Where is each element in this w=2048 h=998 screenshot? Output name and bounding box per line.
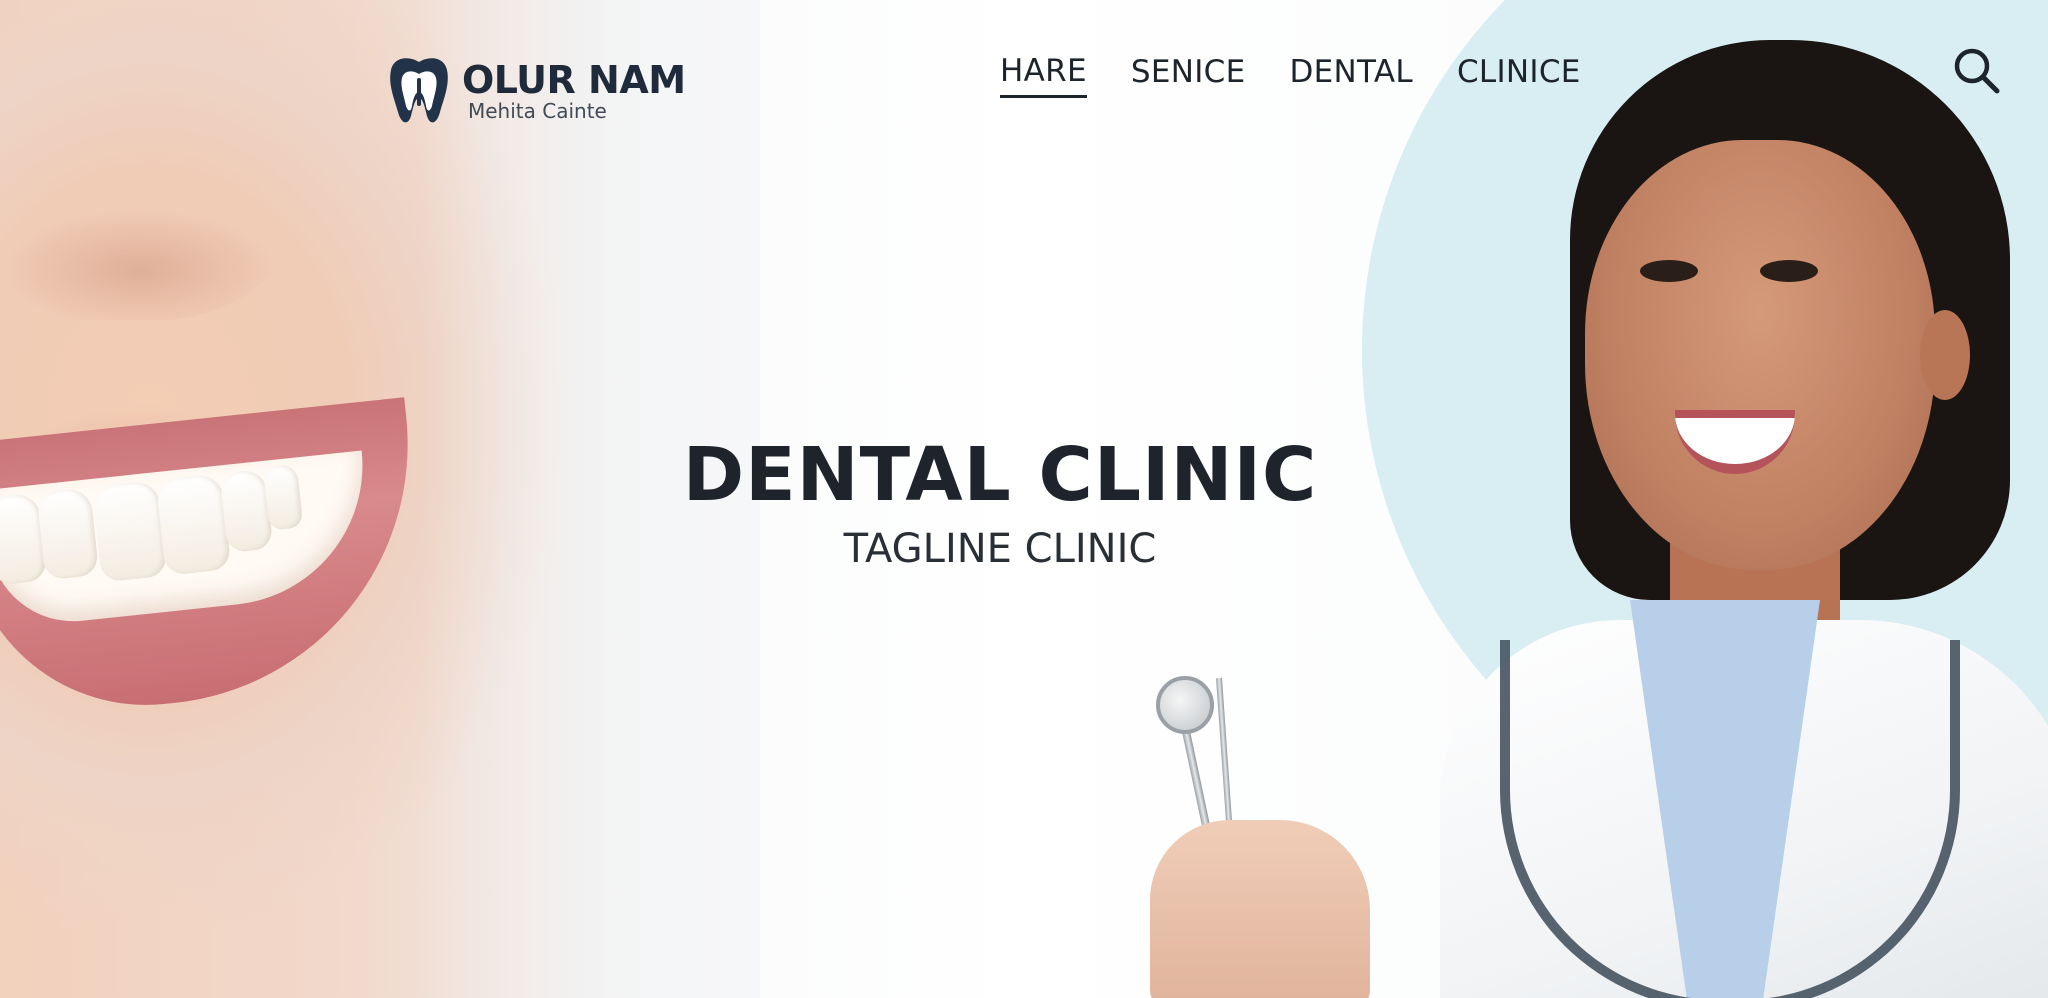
nav-item-dental[interactable]: DENTAL — [1289, 54, 1412, 96]
doctor-eye — [1640, 260, 1698, 282]
brand-subtitle: Mehita Cainte — [468, 99, 607, 123]
main-nav: HARE SENICE DENTAL CLINICE — [1000, 50, 1625, 100]
nose-shadow — [0, 150, 320, 320]
nav-item-clinice[interactable]: CLINICE — [1457, 54, 1581, 96]
brand-logo[interactable]: OLUR NAM Mehita Cainte — [386, 54, 686, 128]
site-header: OLUR NAM Mehita Cainte HARE SENICE DENTA… — [0, 0, 2048, 140]
dental-mirror-icon — [1156, 676, 1214, 734]
hero-text-block: DENTAL CLINIC TAGLINE CLINIC — [600, 430, 1400, 574]
tooth — [36, 487, 100, 581]
doctor-photo — [1440, 40, 2048, 998]
doctor-eye — [1760, 260, 1818, 282]
hand-with-dental-tools — [1150, 670, 1390, 998]
tooth — [155, 473, 232, 576]
stethoscope — [1500, 640, 1960, 998]
nav-item-hare[interactable]: HARE — [1000, 53, 1087, 98]
search-button[interactable] — [1952, 46, 2002, 96]
hero-tagline: TAGLINE CLINIC — [843, 526, 1157, 572]
hero-title: DENTAL CLINIC — [682, 432, 1318, 518]
nav-item-senice[interactable]: SENICE — [1131, 54, 1246, 96]
brand-name: OLUR NAM — [462, 58, 686, 102]
hand — [1150, 820, 1370, 998]
tooth — [262, 463, 304, 531]
landing-page: OLUR NAM Mehita Cainte HARE SENICE DENTA… — [0, 0, 2048, 998]
tooth-logo-icon — [390, 58, 448, 123]
doctor-ear — [1920, 310, 1970, 400]
tooth — [91, 480, 168, 583]
doctor-face — [1585, 140, 1935, 570]
search-icon — [1954, 48, 2000, 94]
